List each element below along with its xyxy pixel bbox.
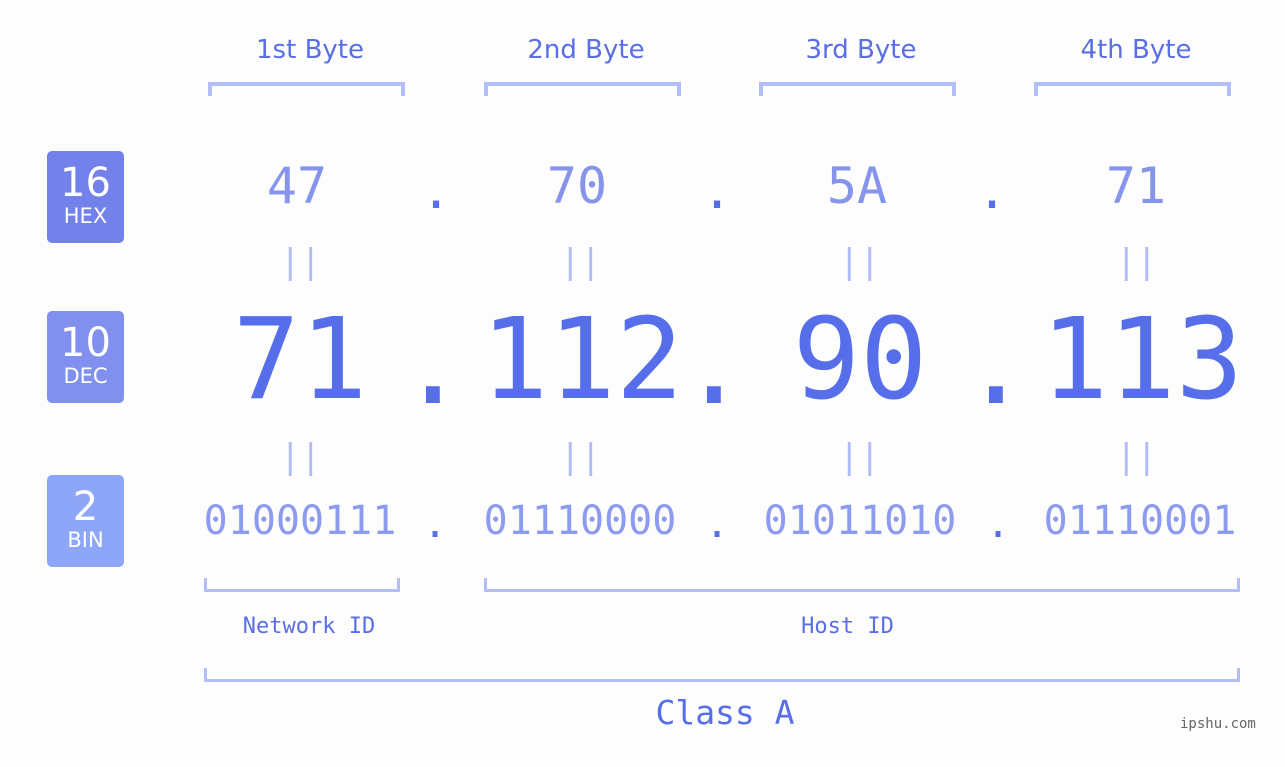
dec-base-label: DEC: [63, 364, 108, 388]
class-bracket: [204, 668, 1240, 682]
hex-dot-2: .: [701, 162, 733, 220]
hex-byte-4: 71: [1105, 157, 1167, 215]
bin-byte-1: 01000111: [203, 498, 397, 544]
hex-byte-1: 47: [266, 157, 328, 215]
bin-dot-1: .: [422, 501, 448, 547]
dec-base-number: 10: [60, 320, 111, 366]
bin-byte-4: 01110001: [1043, 498, 1237, 544]
hex-dot-1: .: [420, 162, 452, 220]
dec-dot-3: .: [962, 300, 1030, 430]
host-id-label: Host ID: [801, 614, 894, 639]
bin-badge: 2 BIN: [47, 475, 124, 567]
dec-dot-1: .: [399, 300, 467, 430]
network-id-label: Network ID: [242, 614, 376, 639]
hex-base-label: HEX: [63, 204, 108, 228]
bin-dot-2: .: [704, 501, 730, 547]
dec-badge: 10 DEC: [47, 311, 124, 403]
bin-dot-3: .: [985, 501, 1011, 547]
host-id-bracket: [484, 578, 1240, 592]
equals-hex-dec-3: ||: [839, 242, 880, 282]
network-id-bracket: [204, 578, 400, 592]
hex-base-number: 16: [60, 160, 111, 206]
byte-header-4: 4th Byte: [1080, 35, 1192, 65]
byte-bracket-1: [208, 82, 405, 96]
equals-dec-bin-2: ||: [560, 437, 601, 477]
equals-dec-bin-1: ||: [280, 437, 321, 477]
bin-base-number: 2: [72, 484, 99, 530]
equals-dec-bin-4: ||: [1116, 437, 1157, 477]
hex-dot-3: .: [976, 162, 1008, 220]
byte-bracket-2: [484, 82, 681, 96]
dec-dot-2: .: [680, 300, 748, 430]
equals-hex-dec-4: ||: [1116, 242, 1157, 282]
dec-byte-2: 112: [480, 295, 684, 425]
dec-byte-3: 90: [792, 295, 928, 425]
hex-byte-3: 5A: [826, 157, 888, 215]
bin-byte-3: 01011010: [763, 498, 957, 544]
byte-header-2: 2nd Byte: [527, 35, 645, 65]
dec-byte-4: 113: [1040, 295, 1244, 425]
byte-header-1: 1st Byte: [256, 35, 364, 65]
equals-dec-bin-3: ||: [839, 437, 880, 477]
watermark: ipshu.com: [1180, 716, 1256, 732]
hex-byte-2: 70: [546, 157, 608, 215]
class-label: Class A: [655, 693, 795, 732]
bin-byte-2: 01110000: [483, 498, 677, 544]
bin-base-label: BIN: [67, 528, 104, 552]
hex-badge: 16 HEX: [47, 151, 124, 243]
equals-hex-dec-1: ||: [280, 242, 321, 282]
byte-bracket-3: [759, 82, 956, 96]
equals-hex-dec-2: ||: [560, 242, 601, 282]
byte-header-3: 3rd Byte: [805, 35, 917, 65]
dec-byte-1: 71: [232, 295, 368, 425]
byte-bracket-4: [1034, 82, 1231, 96]
